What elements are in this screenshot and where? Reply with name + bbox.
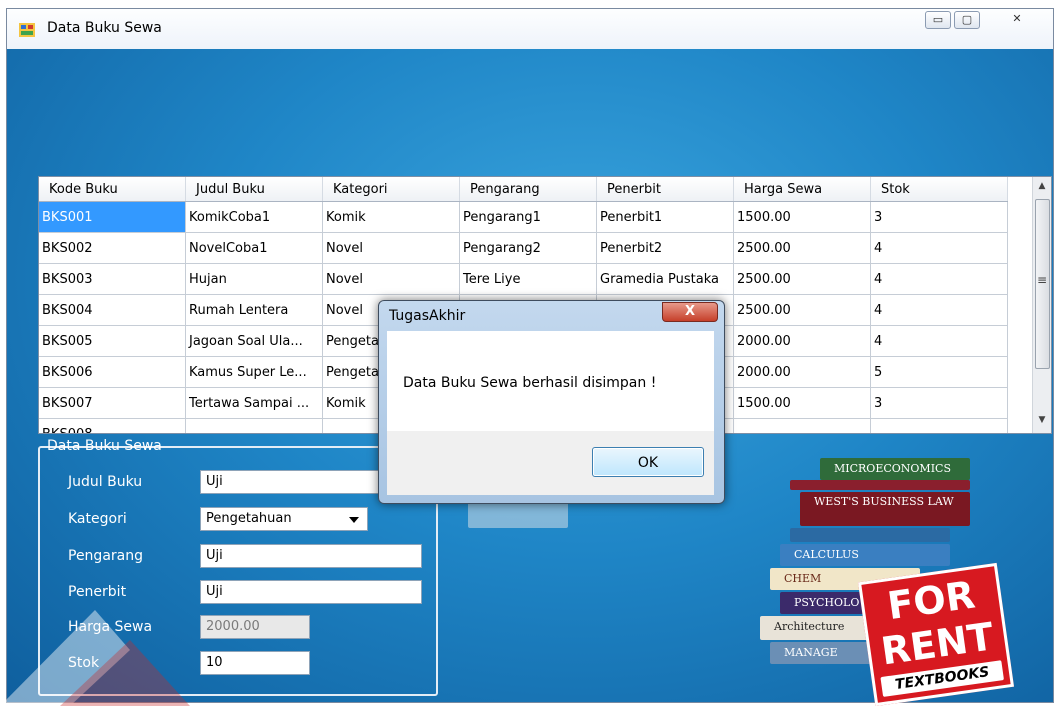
minimize-button[interactable]: ▭: [925, 11, 951, 29]
cell-harga[interactable]: 2000.00: [733, 356, 871, 388]
table-row[interactable]: BKS001 KomikCoba1 Komik Pengarang1 Pener…: [39, 201, 1008, 233]
column-header-kode[interactable]: Kode Buku: [39, 177, 186, 202]
cell-judul[interactable]: Hujan: [185, 263, 323, 295]
cell-stok[interactable]: 4: [870, 325, 1008, 357]
cell-harga[interactable]: 2500.00: [733, 232, 871, 264]
cell-harga[interactable]: 2500.00: [733, 294, 871, 326]
cell-kode[interactable]: BKS007: [39, 387, 186, 419]
cell-judul[interactable]: NovelCoba1: [185, 232, 323, 264]
harga-sewa-input: 2000.00: [200, 615, 310, 639]
cell-judul[interactable]: Tertawa Sampai ...: [185, 387, 323, 419]
cell-stok[interactable]: [870, 418, 1008, 433]
cell-harga[interactable]: 2500.00: [733, 263, 871, 295]
scroll-up-arrow-icon[interactable]: ▲: [1033, 181, 1051, 191]
message-box-title: TugasAkhir: [389, 308, 466, 324]
kategori-selected-value: Pengetahuan: [206, 511, 292, 526]
cell-harga[interactable]: [733, 418, 871, 433]
column-header-kategori[interactable]: Kategori: [322, 177, 460, 202]
cell-stok[interactable]: 3: [870, 201, 1008, 233]
column-header-harga[interactable]: Harga Sewa: [733, 177, 871, 202]
book-spine: WEST'S BUSINESS LAW: [800, 492, 970, 526]
table-row[interactable]: BKS003 Hujan Novel Tere Liye Gramedia Pu…: [39, 263, 1008, 295]
table-row[interactable]: BKS002 NovelCoba1 Novel Pengarang2 Pener…: [39, 232, 1008, 264]
cell-judul[interactable]: Kamus Super Le...: [185, 356, 323, 388]
close-button[interactable]: ✕: [997, 11, 1037, 29]
scroll-down-arrow-icon[interactable]: ▼: [1033, 415, 1051, 425]
watermark-logo-icon: [0, 610, 190, 706]
window-title: Data Buku Sewa: [47, 20, 162, 36]
judul-buku-input[interactable]: Uji: [200, 470, 380, 494]
cell-kode[interactable]: BKS006: [39, 356, 186, 388]
cell-stok[interactable]: 4: [870, 263, 1008, 295]
cell-kategori[interactable]: Novel: [322, 232, 460, 264]
label-judul-buku: Judul Buku: [68, 474, 143, 490]
cell-judul[interactable]: [185, 418, 323, 433]
cell-kategori[interactable]: Novel: [322, 263, 460, 295]
message-box-close-button[interactable]: X: [662, 302, 718, 322]
column-header-penerbit[interactable]: Penerbit: [596, 177, 734, 202]
column-header-stok[interactable]: Stok: [870, 177, 1008, 202]
maximize-button[interactable]: ▢: [954, 11, 980, 29]
cell-harga[interactable]: 2000.00: [733, 325, 871, 357]
cell-judul[interactable]: Rumah Lentera: [185, 294, 323, 326]
cell-kategori[interactable]: Komik: [322, 201, 460, 233]
book-spine-plain: [790, 528, 950, 542]
cell-penerbit[interactable]: Penerbit2: [596, 232, 734, 264]
cell-judul[interactable]: KomikCoba1: [185, 201, 323, 233]
ok-button[interactable]: OK: [592, 447, 704, 477]
close-icon: X: [684, 304, 696, 319]
cell-stok[interactable]: 4: [870, 294, 1008, 326]
message-box-dialog: TugasAkhir X Data Buku Sewa berhasil dis…: [378, 300, 725, 504]
message-text: Data Buku Sewa berhasil disimpan !: [403, 375, 657, 391]
form-app-icon: [19, 23, 35, 37]
scroll-grip-icon: ≡: [1036, 273, 1048, 287]
book-spine: MICROECONOMICS: [820, 458, 970, 480]
book-spine: CALCULUS: [780, 544, 950, 566]
cell-kode[interactable]: BKS008: [39, 418, 186, 433]
cell-harga[interactable]: 1500.00: [733, 201, 871, 233]
cell-kode[interactable]: BKS003: [39, 263, 186, 295]
maximize-icon: ▢: [961, 13, 973, 26]
grid-vertical-scrollbar[interactable]: ▲ ≡ ▼: [1032, 177, 1051, 433]
for-rent-sign: FOR RENT TEXTBOOKS: [857, 562, 1015, 706]
cell-pengarang[interactable]: Pengarang2: [459, 232, 597, 264]
penerbit-input[interactable]: Uji: [200, 580, 422, 604]
kategori-combobox[interactable]: Pengetahuan: [200, 507, 368, 531]
title-bar[interactable]: Data Buku Sewa ▭ ▢ ✕: [7, 9, 1053, 50]
cell-kode[interactable]: BKS004: [39, 294, 186, 326]
cell-judul[interactable]: Jagoan Soal Ula...: [185, 325, 323, 357]
cell-pengarang[interactable]: Pengarang1: [459, 201, 597, 233]
cell-stok[interactable]: 4: [870, 232, 1008, 264]
stok-input[interactable]: 10: [200, 651, 310, 675]
message-box-body: Data Buku Sewa berhasil disimpan !: [387, 331, 714, 431]
cell-penerbit[interactable]: Penerbit1: [596, 201, 734, 233]
column-header-judul[interactable]: Judul Buku: [185, 177, 323, 202]
pengarang-input[interactable]: Uji: [200, 544, 422, 568]
cell-kode[interactable]: BKS005: [39, 325, 186, 357]
label-pengarang: Pengarang: [68, 548, 143, 564]
cell-pengarang[interactable]: Tere Liye: [459, 263, 597, 295]
cell-stok[interactable]: 5: [870, 356, 1008, 388]
cell-stok[interactable]: 3: [870, 387, 1008, 419]
chevron-down-icon[interactable]: [349, 517, 359, 523]
cell-harga[interactable]: 1500.00: [733, 387, 871, 419]
cell-penerbit[interactable]: Gramedia Pustaka: [596, 263, 734, 295]
minimize-icon: ▭: [932, 13, 944, 26]
column-header-pengarang[interactable]: Pengarang: [459, 177, 597, 202]
message-box-footer: OK: [387, 431, 714, 495]
book-spine-plain: [790, 480, 970, 490]
cell-kode[interactable]: BKS002: [39, 232, 186, 264]
cell-kode[interactable]: BKS001: [39, 201, 186, 233]
header-row: Kode Buku Judul Buku Kategori Pengarang …: [39, 177, 1008, 202]
groupbox-title: Data Buku Sewa: [47, 438, 162, 454]
label-kategori: Kategori: [68, 511, 127, 527]
close-icon: ✕: [1012, 12, 1022, 25]
